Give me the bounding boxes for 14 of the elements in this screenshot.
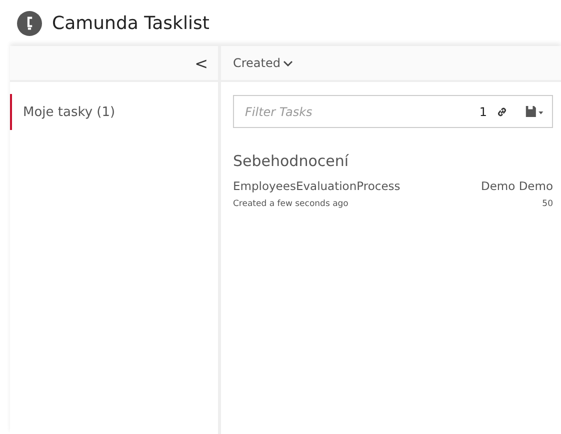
task-priority: 50 bbox=[542, 199, 553, 209]
collapse-button[interactable]: < bbox=[190, 54, 212, 72]
app-title: Camunda Tasklist bbox=[52, 12, 210, 34]
process-name: EmployeesEvaluationProcess bbox=[233, 179, 400, 193]
logo-icon bbox=[17, 10, 42, 36]
match-count: 1 bbox=[479, 104, 487, 118]
task-assignee: Demo Demo bbox=[481, 179, 553, 193]
filter-item[interactable]: Moje tasky (1) bbox=[10, 94, 218, 130]
created-time: Created a few seconds ago bbox=[233, 199, 348, 209]
save-dropdown-icon[interactable] bbox=[525, 105, 545, 118]
sort-button[interactable]: Created bbox=[233, 56, 292, 70]
chevron-down-icon bbox=[282, 60, 292, 66]
task-name: Sebehodnocení bbox=[233, 152, 350, 170]
task-card[interactable]: Sebehodnocení EmployeesEvaluationProcess Demo Demo Created a few seconds ago 50 bbox=[233, 152, 553, 209]
